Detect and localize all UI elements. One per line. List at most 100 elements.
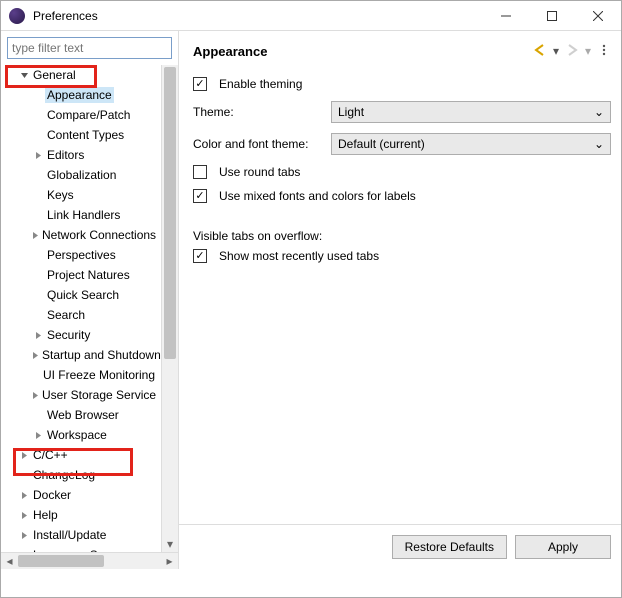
tree-item-lang-servers[interactable]: Language Servers bbox=[3, 545, 161, 552]
hscroll-thumb[interactable] bbox=[18, 555, 104, 567]
tree-item-label: Link Handlers bbox=[45, 207, 122, 223]
minimize-button[interactable] bbox=[483, 1, 529, 30]
round-tabs-row[interactable]: Use round tabs bbox=[193, 165, 611, 179]
mixed-fonts-row[interactable]: Use mixed fonts and colors for labels bbox=[193, 189, 611, 203]
tree-item-ui-freeze[interactable]: UI Freeze Monitoring bbox=[3, 365, 161, 385]
round-tabs-label: Use round tabs bbox=[219, 165, 300, 179]
tree-item-install-update[interactable]: Install/Update bbox=[3, 525, 161, 545]
preferences-tree[interactable]: General Appearance Compare/Patch Content Ty… bbox=[1, 65, 161, 552]
window-title: Preferences bbox=[33, 9, 483, 23]
expand-closed-icon[interactable] bbox=[31, 151, 45, 160]
expand-closed-icon[interactable] bbox=[31, 331, 45, 340]
filter-input[interactable] bbox=[7, 37, 172, 59]
apply-button[interactable]: Apply bbox=[515, 535, 611, 559]
content-panel: Appearance ▾ ▾ Enable theming Theme: Lig… bbox=[179, 31, 621, 569]
theme-label: Theme: bbox=[193, 105, 323, 119]
tree-item-web-browser[interactable]: Web Browser bbox=[3, 405, 161, 425]
tree-item-label: Appearance bbox=[45, 87, 114, 103]
tree-item-workspace[interactable]: Workspace bbox=[3, 425, 161, 445]
menu-icon[interactable] bbox=[597, 43, 611, 60]
mixed-fonts-label: Use mixed fonts and colors for labels bbox=[219, 189, 416, 203]
theme-combo[interactable]: Light ⌄ bbox=[331, 101, 611, 123]
tree-item-security[interactable]: Security bbox=[3, 325, 161, 345]
tree-item-label: ChangeLog bbox=[31, 467, 97, 483]
tree-item-content-types[interactable]: Content Types bbox=[3, 125, 161, 145]
round-tabs-checkbox[interactable] bbox=[193, 165, 207, 179]
close-button[interactable] bbox=[575, 1, 621, 30]
scroll-right-icon[interactable]: ▸ bbox=[161, 554, 178, 568]
show-mru-row[interactable]: Show most recently used tabs bbox=[193, 249, 611, 263]
window-controls bbox=[483, 1, 621, 30]
tree-item-label: Compare/Patch bbox=[45, 107, 132, 123]
forward-dropdown-icon[interactable]: ▾ bbox=[585, 44, 591, 58]
tree-item-label: General bbox=[31, 67, 78, 83]
expand-closed-icon[interactable] bbox=[31, 431, 45, 440]
tree-item-label: Help bbox=[31, 507, 60, 523]
tree-item-startup[interactable]: Startup and Shutdown bbox=[3, 345, 161, 365]
expand-open-icon[interactable] bbox=[17, 71, 31, 80]
tree-item-label: Project Natures bbox=[45, 267, 132, 283]
back-dropdown-icon[interactable]: ▾ bbox=[553, 44, 559, 58]
tree-item-globalization[interactable]: Globalization bbox=[3, 165, 161, 185]
tree-item-compare[interactable]: Compare/Patch bbox=[3, 105, 161, 125]
tree-item-project-natures[interactable]: Project Natures bbox=[3, 265, 161, 285]
footer-separator bbox=[179, 524, 621, 525]
color-font-theme-combo[interactable]: Default (current) ⌄ bbox=[331, 133, 611, 155]
tree-item-label: Content Types bbox=[45, 127, 126, 143]
tree-item-label: UI Freeze Monitoring bbox=[41, 367, 157, 383]
tree-item-label: Globalization bbox=[45, 167, 118, 183]
tree-item-network[interactable]: Network Connections bbox=[3, 225, 161, 245]
tree-item-ccpp[interactable]: C/C++ bbox=[3, 445, 161, 465]
enable-theming-checkbox[interactable] bbox=[193, 77, 207, 91]
tree-item-label: Quick Search bbox=[45, 287, 121, 303]
tree-item-keys[interactable]: Keys bbox=[3, 185, 161, 205]
enable-theming-row[interactable]: Enable theming bbox=[193, 77, 611, 91]
maximize-button[interactable] bbox=[529, 1, 575, 30]
tree-item-label: Network Connections bbox=[40, 227, 158, 243]
restore-defaults-button[interactable]: Restore Defaults bbox=[392, 535, 507, 559]
expand-closed-icon[interactable] bbox=[17, 491, 31, 500]
tree-item-label: Web Browser bbox=[45, 407, 121, 423]
scroll-thumb[interactable] bbox=[164, 67, 176, 359]
tree-item-label: Keys bbox=[45, 187, 76, 203]
tree-item-label: Language Servers bbox=[31, 547, 133, 552]
page-title: Appearance bbox=[193, 44, 533, 59]
tree-item-label: User Storage Service bbox=[40, 387, 158, 403]
scroll-down-icon[interactable]: ▾ bbox=[162, 536, 178, 552]
expand-closed-icon[interactable] bbox=[31, 351, 40, 360]
expand-closed-icon[interactable] bbox=[31, 231, 40, 240]
tree-item-perspectives[interactable]: Perspectives bbox=[3, 245, 161, 265]
tree-item-user-storage[interactable]: User Storage Service bbox=[3, 385, 161, 405]
vertical-scrollbar[interactable]: ▴ ▾ bbox=[161, 65, 178, 552]
tree-item-label: Startup and Shutdown bbox=[40, 347, 161, 363]
tree-item-label: Editors bbox=[45, 147, 86, 163]
expand-closed-icon[interactable] bbox=[17, 551, 31, 553]
tree-item-appearance[interactable]: Appearance bbox=[3, 85, 161, 105]
appearance-form: Enable theming Theme: Light ⌄ Color and … bbox=[193, 63, 611, 263]
page-header: Appearance ▾ ▾ bbox=[193, 39, 611, 63]
tree-item-label: Install/Update bbox=[31, 527, 108, 543]
horizontal-scrollbar[interactable]: ◂ ▸ bbox=[1, 552, 178, 569]
button-bar: Restore Defaults Apply bbox=[392, 535, 611, 559]
mixed-fonts-checkbox[interactable] bbox=[193, 189, 207, 203]
tree-item-search[interactable]: Search bbox=[3, 305, 161, 325]
scroll-left-icon[interactable]: ◂ bbox=[1, 554, 18, 568]
chevron-down-icon: ⌄ bbox=[594, 137, 604, 151]
theme-value: Light bbox=[338, 105, 364, 119]
tree-item-link-handlers[interactable]: Link Handlers bbox=[3, 205, 161, 225]
back-button[interactable] bbox=[533, 43, 547, 60]
expand-closed-icon[interactable] bbox=[17, 451, 31, 460]
forward-button[interactable] bbox=[565, 43, 579, 60]
tree-item-quick-search[interactable]: Quick Search bbox=[3, 285, 161, 305]
tree-item-changelog[interactable]: ChangeLog bbox=[3, 465, 161, 485]
expand-closed-icon[interactable] bbox=[17, 531, 31, 540]
tree-item-general[interactable]: General bbox=[3, 65, 161, 85]
tree-item-help[interactable]: Help bbox=[3, 505, 161, 525]
tree-item-editors[interactable]: Editors bbox=[3, 145, 161, 165]
expand-closed-icon[interactable] bbox=[31, 391, 40, 400]
expand-closed-icon[interactable] bbox=[17, 511, 31, 520]
color-font-theme-label: Color and font theme: bbox=[193, 137, 323, 151]
show-mru-checkbox[interactable] bbox=[193, 249, 207, 263]
tree-item-docker[interactable]: Docker bbox=[3, 485, 161, 505]
tree-item-label: Workspace bbox=[45, 427, 109, 443]
